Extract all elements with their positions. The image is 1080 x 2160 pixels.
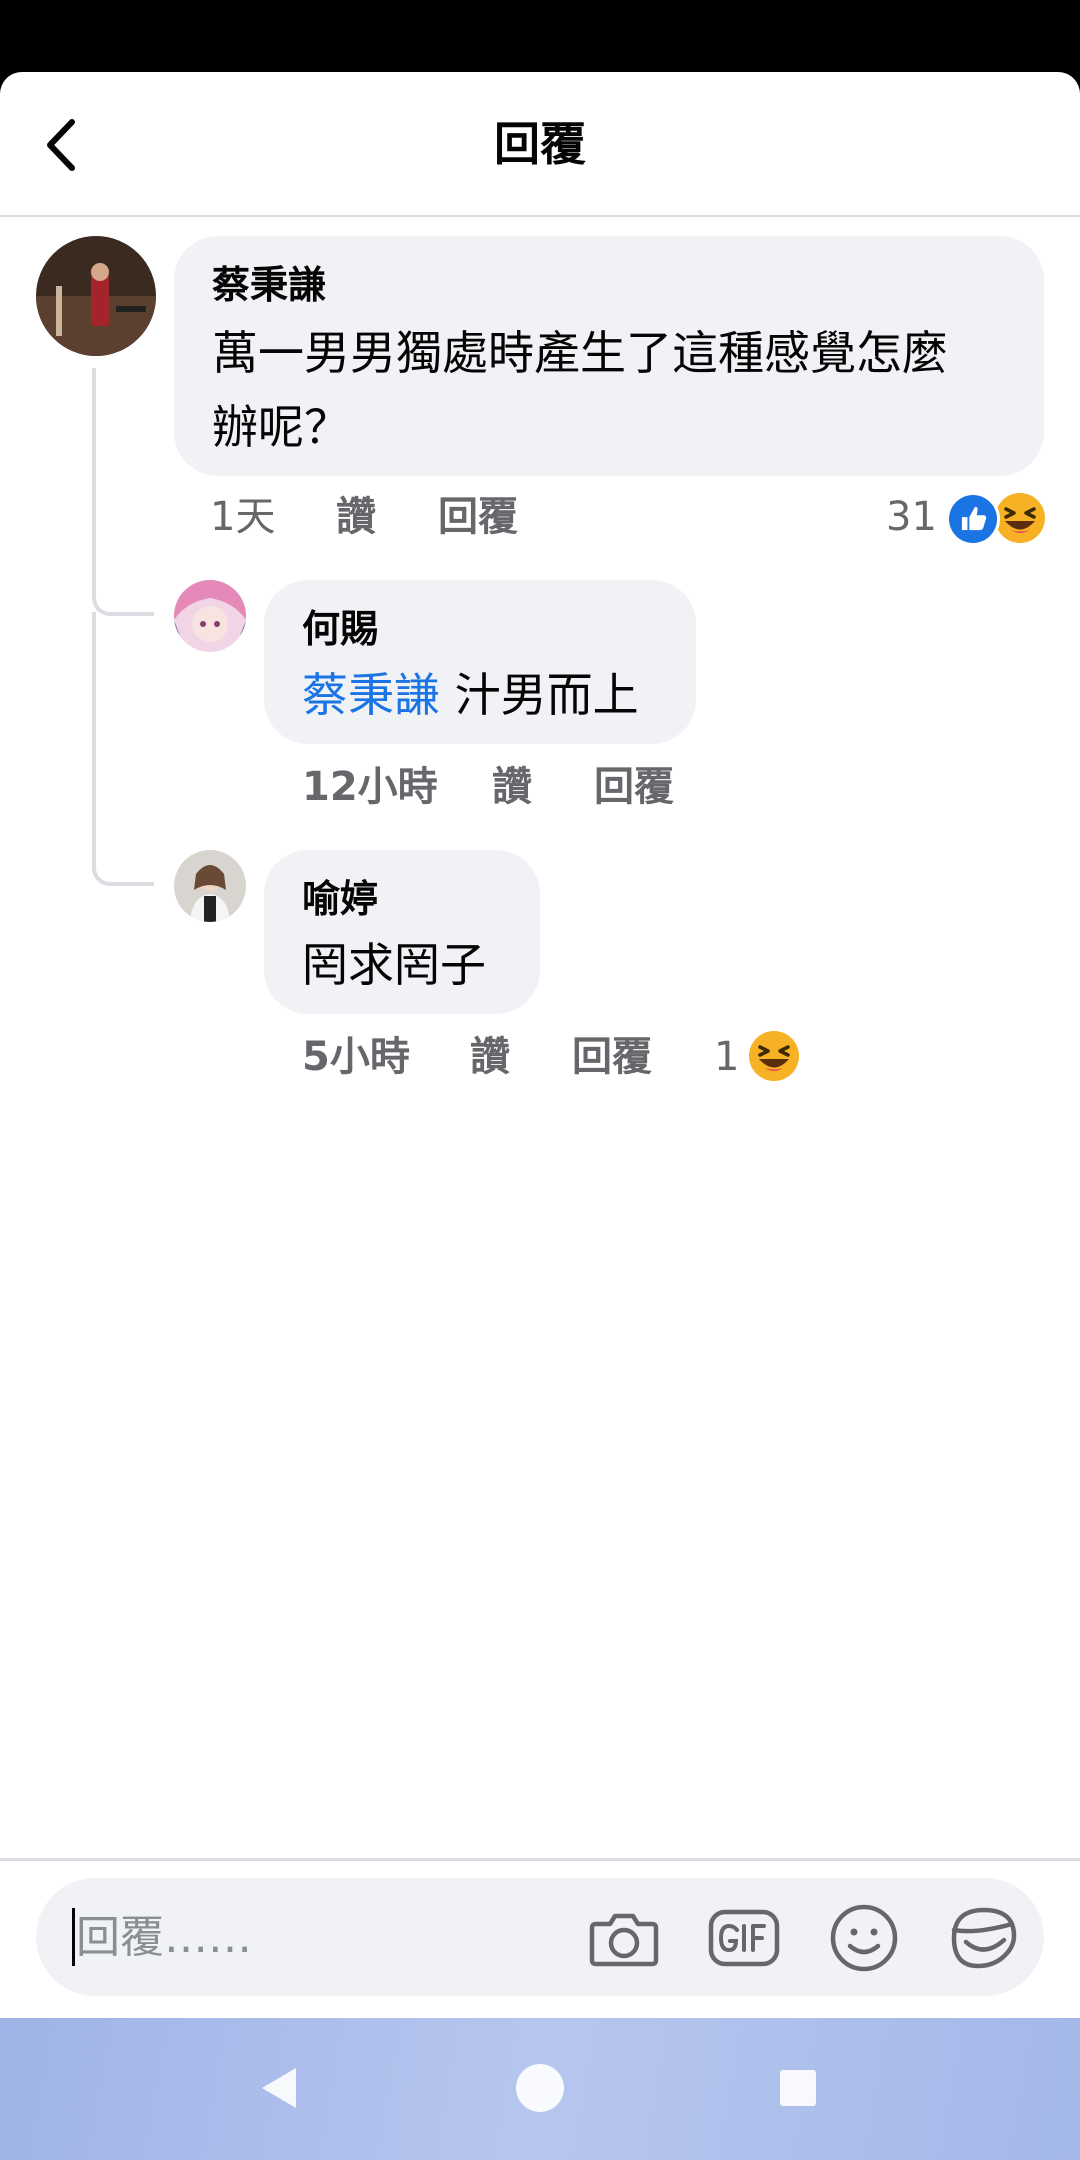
page-title: 回覆 [494,117,586,171]
sticker-icon[interactable] [946,1900,1022,1976]
system-nav-bar [0,2018,1080,2160]
like-button[interactable]: 讚 [470,1032,510,1082]
reaction-count[interactable]: 1 [714,1032,739,1082]
reply-input[interactable] [76,1900,596,1974]
nav-home-icon[interactable] [508,2056,572,2120]
comment-author[interactable]: 蔡秉謙 [212,260,326,310]
avatar[interactable] [174,580,246,652]
avatar[interactable] [174,850,246,922]
composer-divider [0,1858,1080,1861]
avatar[interactable] [36,236,156,356]
laughing-emoji-icon [994,492,1046,544]
mention-link[interactable]: 蔡秉謙 [302,668,440,722]
comment-author[interactable]: 何賜 [302,604,378,654]
comment-text: 辦呢？ [212,400,350,454]
status-bar [0,0,1080,72]
text-caret [72,1908,75,1966]
comment-text: 蔡秉謙 汁男而上 [302,658,639,732]
reaction-count[interactable]: 31 [886,492,937,542]
comment-text: 萬一男男獨處時產生了這種感覺怎麼 [212,326,948,380]
reply-button[interactable]: 回覆 [572,1032,652,1082]
laughing-emoji-icon [748,1030,800,1082]
emoji-icon[interactable] [826,1900,902,1976]
camera-icon[interactable] [586,1900,662,1976]
gif-icon[interactable] [706,1900,782,1976]
like-button[interactable]: 讚 [492,762,532,812]
comment-text-content: 汁男而上 [454,668,639,722]
comment-time: 5小時 [302,1034,410,1080]
comment-text: 罔求罔子 [302,938,486,992]
nav-back-icon[interactable] [250,2056,314,2120]
like-button[interactable]: 讚 [336,492,376,542]
comment-time: 12小時 [302,764,438,810]
reply-composer [36,1878,1044,1996]
thread-connector [92,612,154,886]
reply-button[interactable]: 回覆 [438,492,518,542]
comment-author[interactable]: 喻婷 [302,874,378,924]
nav-recents-icon[interactable] [766,2056,830,2120]
reply-button[interactable]: 回覆 [594,762,674,812]
header: 回覆 [0,72,1080,217]
replies-sheet: 回覆 蔡秉謙 萬一男男獨處時產生了這種感覺怎麼 辦呢？ 1天 讚 回覆 31 何… [0,72,1080,2018]
comment-time: 1天 [210,494,276,540]
thread-connector [92,368,154,616]
like-icon [946,492,1000,546]
